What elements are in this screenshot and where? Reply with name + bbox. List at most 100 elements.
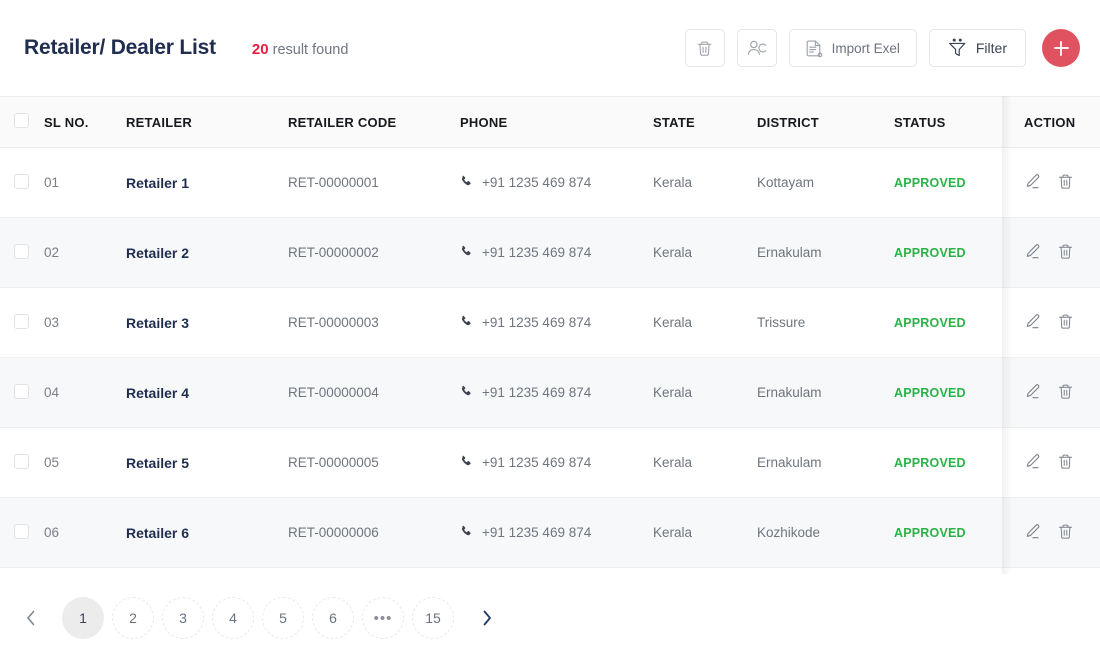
pencil-icon[interactable]	[1024, 453, 1041, 473]
pencil-icon[interactable]	[1024, 243, 1041, 263]
pagination-page-4[interactable]: 4	[212, 597, 254, 639]
table-header-row: SL NO. RETAILER RETAILER CODE PHONE STAT…	[0, 96, 1100, 148]
cell-state: Kerala	[645, 217, 749, 288]
table-row[interactable]: 04 Retailer 4 RET-00000004 +91 1235 469 …	[0, 357, 1100, 428]
trash-icon[interactable]	[1057, 383, 1074, 403]
cell-retailer-code: RET-00000005	[280, 427, 452, 498]
pagination-ellipsis[interactable]: •••	[362, 597, 404, 639]
cell-retailer-code: RET-00000002	[280, 217, 452, 288]
row-checkbox[interactable]	[14, 243, 29, 259]
trash-icon[interactable]	[1057, 313, 1074, 333]
phone-icon	[460, 315, 473, 331]
table-row[interactable]: 01 Retailer 1 RET-00000001 +91 1235 469 …	[0, 147, 1100, 218]
header-status[interactable]: STATUS	[886, 96, 1002, 148]
header-retailer[interactable]: RETAILER	[118, 96, 280, 148]
table-header: SL NO. RETAILER RETAILER CODE PHONE STAT…	[0, 96, 1100, 148]
table-row[interactable]: 05 Retailer 5 RET-00000005 +91 1235 469 …	[0, 427, 1100, 498]
assign-user-button[interactable]	[736, 29, 777, 67]
import-excel-button[interactable]: Import Exel	[788, 29, 917, 67]
cell-sl-no: 01	[36, 147, 118, 218]
header-district[interactable]: DISTRICT	[749, 96, 886, 148]
pagination-page-2[interactable]: 2	[112, 597, 154, 639]
header-retailer-code[interactable]: RETAILER CODE	[280, 96, 452, 148]
cell-phone: +91 1235 469 874	[452, 217, 645, 288]
cell-sl-no: 03	[36, 287, 118, 358]
pagination-page-5[interactable]: 5	[262, 597, 304, 639]
row-select-cell	[0, 357, 36, 428]
trash-icon[interactable]	[1057, 173, 1074, 193]
pagination-page-15[interactable]: 15	[412, 597, 454, 639]
document-icon	[806, 39, 823, 58]
table-row[interactable]: 03 Retailer 3 RET-00000003 +91 1235 469 …	[0, 287, 1100, 358]
cell-sl-no: 02	[36, 217, 118, 288]
phone-icon	[460, 455, 473, 471]
cell-state: Kerala	[645, 427, 749, 498]
row-checkbox[interactable]	[14, 313, 29, 329]
status-badge: APPROVED	[886, 357, 1002, 428]
cell-district: Ernakulam	[749, 217, 886, 288]
import-excel-label: Import Exel	[831, 40, 900, 56]
cell-retailer-name: Retailer 3	[118, 287, 280, 358]
retailer-table-container: SL NO. RETAILER RETAILER CODE PHONE STAT…	[0, 96, 1100, 574]
phone-icon	[460, 245, 473, 261]
pagination-page-6[interactable]: 6	[312, 597, 354, 639]
add-retailer-button[interactable]	[1042, 29, 1080, 67]
trash-icon[interactable]	[1057, 523, 1074, 543]
cell-retailer-code: RET-00000001	[280, 147, 452, 218]
cell-state: Kerala	[645, 287, 749, 358]
select-all-checkbox[interactable]	[14, 113, 29, 128]
cell-state: Kerala	[645, 147, 749, 218]
retailer-table: SL NO. RETAILER RETAILER CODE PHONE STAT…	[0, 96, 1100, 568]
row-select-cell	[0, 147, 36, 218]
table-row[interactable]: 02 Retailer 2 RET-00000002 +91 1235 469 …	[0, 217, 1100, 288]
pagination-page-1[interactable]: 1	[62, 597, 104, 639]
pencil-icon[interactable]	[1024, 523, 1041, 543]
cell-phone: +91 1235 469 874	[452, 497, 645, 568]
cell-phone: +91 1235 469 874	[452, 427, 645, 498]
cell-sl-no: 04	[36, 357, 118, 428]
status-badge: APPROVED	[886, 427, 1002, 498]
plus-icon	[1053, 40, 1069, 56]
row-checkbox[interactable]	[14, 523, 29, 539]
pencil-icon[interactable]	[1024, 383, 1041, 403]
phone-number: +91 1235 469 874	[482, 175, 592, 190]
pagination: 1 2 3 4 5 6 ••• 15	[0, 574, 1100, 662]
header-state[interactable]: STATE	[645, 96, 749, 148]
cell-action	[1002, 287, 1100, 358]
cell-district: Trissure	[749, 287, 886, 358]
pagination-prev-button[interactable]	[16, 597, 46, 639]
cell-district: Kottayam	[749, 147, 886, 218]
table-body: 01 Retailer 1 RET-00000001 +91 1235 469 …	[0, 147, 1100, 568]
pagination-page-3[interactable]: 3	[162, 597, 204, 639]
filter-button[interactable]: Filter	[928, 29, 1026, 67]
row-checkbox[interactable]	[14, 453, 29, 469]
row-select-cell	[0, 217, 36, 288]
result-label: result found	[272, 42, 349, 58]
cell-district: Ernakulam	[749, 427, 886, 498]
header-select-all-cell	[0, 96, 36, 148]
row-checkbox[interactable]	[14, 383, 29, 399]
cell-district: Kozhikode	[749, 497, 886, 568]
cell-retailer-name: Retailer 6	[118, 497, 280, 568]
status-badge: APPROVED	[886, 287, 1002, 358]
trash-icon[interactable]	[1057, 243, 1074, 263]
header-phone[interactable]: PHONE	[452, 96, 645, 148]
header-action: ACTION	[1002, 96, 1100, 148]
chevron-left-icon	[27, 610, 35, 626]
pencil-icon[interactable]	[1024, 313, 1041, 333]
cell-phone: +91 1235 469 874	[452, 147, 645, 218]
cell-sl-no: 06	[36, 497, 118, 568]
page-header: Retailer/ Dealer List 20 result found Im…	[0, 0, 1100, 96]
pagination-next-button[interactable]	[472, 597, 502, 639]
table-row[interactable]: 06 Retailer 6 RET-00000006 +91 1235 469 …	[0, 497, 1100, 568]
phone-number: +91 1235 469 874	[482, 315, 592, 330]
header-sl-no[interactable]: SL NO.	[36, 96, 118, 148]
trash-icon[interactable]	[1057, 453, 1074, 473]
row-checkbox[interactable]	[14, 173, 29, 189]
cell-phone: +91 1235 469 874	[452, 287, 645, 358]
status-badge: APPROVED	[886, 497, 1002, 568]
delete-selected-button[interactable]	[684, 29, 725, 67]
pencil-icon[interactable]	[1024, 173, 1041, 193]
cell-retailer-name: Retailer 5	[118, 427, 280, 498]
cell-phone: +91 1235 469 874	[452, 357, 645, 428]
